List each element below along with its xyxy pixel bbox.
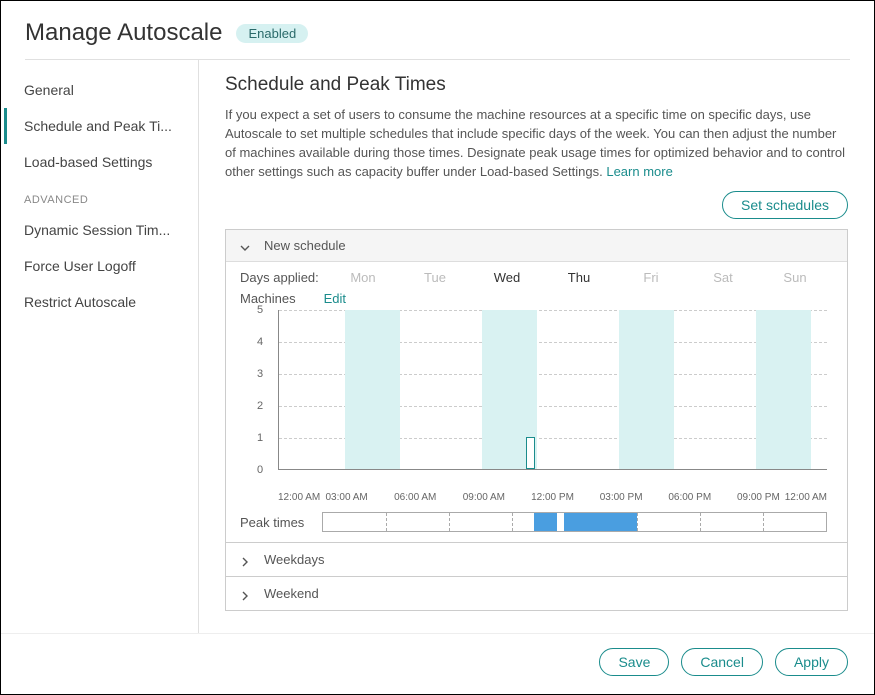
page-title: Manage Autoscale (25, 19, 222, 47)
schedule-weekdays-label: Weekdays (264, 552, 324, 567)
learn-more-link[interactable]: Learn more (606, 164, 672, 179)
days-label: Days applied: (240, 270, 324, 285)
day-tue: Tue (402, 270, 468, 285)
machines-label: Machines (240, 291, 296, 306)
schedule-box: New schedule Days applied: Mon Tue Wed T… (225, 229, 848, 543)
schedule-body: Days applied: Mon Tue Wed Thu Fri Sat Su… (226, 262, 847, 542)
chart-plot: 012345 (278, 310, 827, 470)
section-title: Schedule and Peak Times (225, 74, 848, 96)
edit-link[interactable]: Edit (324, 291, 346, 306)
sidebar-item-dynamic[interactable]: Dynamic Session Tim... (4, 212, 198, 248)
peak-label: Peak times (240, 515, 322, 530)
day-fri: Fri (618, 270, 684, 285)
day-thu: Thu (546, 270, 612, 285)
save-button[interactable]: Save (599, 648, 669, 676)
days-row: Days applied: Mon Tue Wed Thu Fri Sat Su… (240, 270, 833, 285)
set-schedules-button[interactable]: Set schedules (722, 191, 848, 219)
chevron-right-icon (240, 555, 250, 565)
peak-row: Peak times (240, 512, 833, 532)
chevron-right-icon (240, 589, 250, 599)
day-sat: Sat (690, 270, 756, 285)
cancel-button[interactable]: Cancel (681, 648, 763, 676)
desc-text: If you expect a set of users to consume … (225, 107, 845, 179)
schedule-weekend[interactable]: Weekend (225, 577, 848, 611)
schedule-weekdays[interactable]: Weekdays (225, 543, 848, 577)
sidebar-item-load[interactable]: Load-based Settings (4, 144, 198, 180)
sidebar: General Schedule and Peak Ti... Load-bas… (4, 60, 199, 633)
chart: 012345 (278, 310, 827, 490)
peak-bar[interactable] (322, 512, 827, 532)
schedule-weekend-label: Weekend (264, 586, 319, 601)
day-mon: Mon (330, 270, 396, 285)
x-axis-labels: 12:00 AM03:00 AM06:00 AM09:00 AM12:00 PM… (278, 490, 827, 508)
status-badge: Enabled (236, 24, 308, 43)
apply-button[interactable]: Apply (775, 648, 848, 676)
schedule-name: New schedule (264, 238, 346, 253)
sidebar-item-schedule[interactable]: Schedule and Peak Ti... (4, 108, 198, 144)
sidebar-item-force-logoff[interactable]: Force User Logoff (4, 248, 198, 284)
machines-row: Machines Edit (240, 291, 833, 306)
sidebar-item-general[interactable]: General (4, 72, 198, 108)
footer: Save Cancel Apply (1, 633, 874, 694)
action-row: Set schedules (225, 191, 848, 219)
schedule-header[interactable]: New schedule (226, 230, 847, 262)
day-sun: Sun (762, 270, 828, 285)
body: General Schedule and Peak Ti... Load-bas… (1, 60, 874, 633)
chevron-down-icon (240, 241, 250, 251)
day-wed: Wed (474, 270, 540, 285)
header: Manage Autoscale Enabled (1, 1, 874, 59)
section-description: If you expect a set of users to consume … (225, 106, 848, 181)
main: Schedule and Peak Times If you expect a … (199, 60, 874, 633)
sidebar-heading-advanced: ADVANCED (4, 180, 198, 212)
sidebar-item-restrict[interactable]: Restrict Autoscale (4, 284, 198, 320)
